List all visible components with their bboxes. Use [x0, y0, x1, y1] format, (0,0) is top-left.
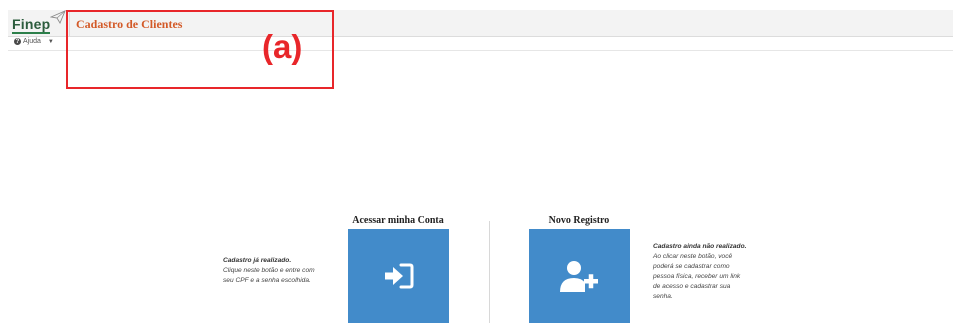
register-info-heading: Cadastro ainda não realizado. [653, 243, 747, 250]
register-info-line: Ao clicar neste botão, você [653, 253, 733, 260]
register-button[interactable] [529, 229, 630, 323]
register-info-line: senha. [653, 293, 673, 300]
login-info-line: seu CPF e a senha escolhida. [223, 277, 311, 284]
sign-in-icon [384, 263, 413, 289]
question-circle-icon: ? [14, 38, 21, 45]
caret-down-icon: ▼ [47, 38, 54, 45]
section-divider [489, 221, 490, 323]
finep-logo[interactable]: Finep [12, 10, 66, 34]
help-dropdown[interactable]: ? Ajuda ▼ [14, 38, 54, 45]
login-info: Cadastro já realizado. Clique neste botã… [223, 256, 338, 286]
paper-plane-icon [50, 10, 66, 24]
register-info: Cadastro ainda não realizado. Ao clicar … [653, 242, 778, 302]
add-user-icon [559, 261, 598, 292]
login-info-line: Clique neste botão e entre com [223, 267, 315, 274]
login-section-title: Acessar minha Conta [352, 215, 444, 226]
register-info-line: poderá se cadastrar como [653, 263, 730, 270]
login-info-heading: Cadastro já realizado. [223, 257, 292, 264]
register-section-title: Novo Registro [548, 215, 610, 226]
logo-text: Finep [12, 16, 51, 34]
login-button[interactable] [348, 229, 449, 323]
help-label: Ajuda [23, 38, 41, 45]
register-info-line: pessoa física, receber um link [653, 273, 741, 280]
annotation-label: (a) [262, 28, 303, 65]
register-info-line: de acesso e cadastrar sua [653, 283, 731, 290]
